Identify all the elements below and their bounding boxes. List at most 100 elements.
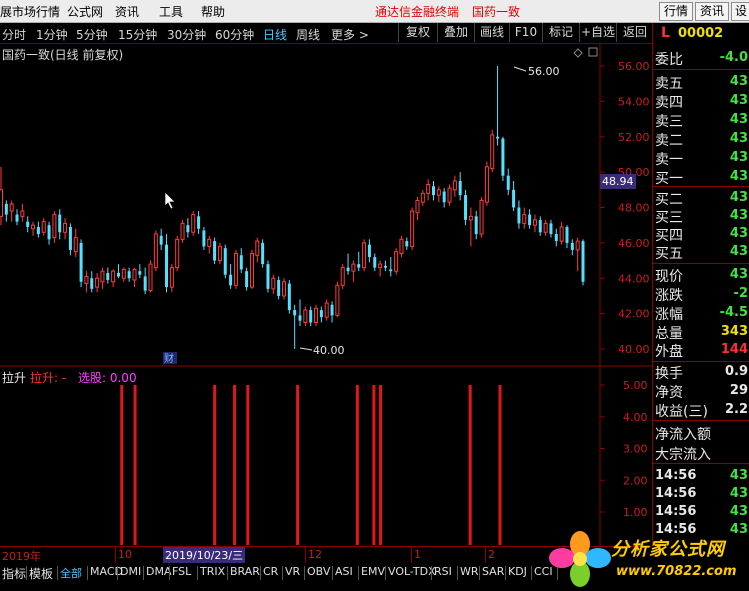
indicator-tab-模板[interactable]: 模板	[29, 565, 53, 582]
quote-row-label: 卖五	[655, 76, 683, 92]
back-button[interactable]: 返回	[616, 23, 653, 42]
price-tick-label: 42.00	[618, 308, 650, 321]
candle-body	[31, 224, 36, 230]
candle-body	[73, 237, 78, 253]
indicator-tab-cr[interactable]: CR	[263, 565, 278, 578]
menu-formula-net[interactable]: 公式网	[67, 3, 103, 20]
indicator-tab-fsl[interactable]: FSL	[172, 565, 191, 578]
tab-separator	[479, 566, 480, 580]
period-5min[interactable]: 5分钟	[76, 26, 108, 43]
quote-divider	[653, 69, 749, 70]
indicator-tab-trix[interactable]: TRIX	[200, 565, 225, 578]
quote-row-label: 大宗流入	[655, 447, 711, 463]
candle-body	[319, 310, 323, 318]
menu-tools[interactable]: 工具	[159, 3, 183, 20]
candle-body	[420, 192, 425, 203]
add-watchlist-button[interactable]: +自选	[579, 23, 616, 42]
period-intraday[interactable]: 分时	[2, 26, 26, 43]
indicator-tab-rsi[interactable]: RSI	[434, 565, 452, 578]
menu-news[interactable]: 资讯	[115, 3, 139, 20]
tick-price: 43	[729, 468, 748, 483]
candle-body	[554, 234, 558, 242]
indicator-tab-dmi[interactable]: DMI	[120, 565, 141, 578]
candle-body	[340, 267, 345, 286]
candle-body	[0, 189, 3, 217]
indicator-tab-全部[interactable]: 全部	[60, 565, 82, 581]
indicator-tab-asi[interactable]: ASI	[335, 565, 353, 578]
quote-button[interactable]: 行情	[659, 2, 693, 21]
stock-code: 00002	[678, 26, 724, 41]
signal-bar	[498, 385, 502, 545]
period-15min[interactable]: 15分钟	[118, 26, 157, 43]
overlay-button[interactable]: 叠加	[437, 23, 474, 42]
menu-market[interactable]: 展市场行情	[0, 3, 60, 20]
f10-button[interactable]: F10	[509, 23, 542, 42]
adjust-button[interactable]: 复权	[398, 23, 437, 42]
candle-body	[575, 240, 580, 251]
candle-body	[165, 244, 169, 288]
period-60min[interactable]: 60分钟	[215, 26, 254, 43]
tick-price: 43	[729, 486, 748, 501]
news-button[interactable]: 资讯	[695, 2, 729, 21]
candle-body	[581, 241, 585, 282]
candle-body	[543, 222, 548, 233]
tick-time: 14:56	[655, 468, 697, 483]
quote-row-label: 委比	[655, 52, 683, 68]
price-tick-label: 48.00	[618, 202, 650, 215]
quote-row-value: 144	[720, 342, 748, 357]
indicator-tab-指标[interactable]: 指标	[2, 565, 26, 582]
candle-body	[95, 277, 100, 288]
candle-body	[426, 184, 431, 194]
menu-help[interactable]: 帮助	[201, 3, 225, 20]
signal-bar	[372, 385, 376, 545]
chart-area[interactable]: 56.0054.0052.0050.0048.0046.0044.0042.00…	[0, 44, 652, 546]
quote-divider	[653, 263, 749, 264]
candle-body	[452, 180, 457, 191]
price-tick-label: 56.00	[618, 60, 650, 73]
draw-line-button[interactable]: 画线	[474, 23, 509, 42]
quote-row-label: 卖一	[655, 152, 683, 168]
indicator-tab-kdj[interactable]: KDJ	[508, 565, 527, 578]
candle-body	[202, 230, 206, 247]
candle-body	[52, 214, 57, 239]
settings-button[interactable]: 设	[731, 2, 749, 21]
candle-body	[522, 214, 527, 224]
indicator-tab-sar[interactable]: SAR	[482, 565, 504, 578]
mark-button[interactable]: 标记	[542, 23, 579, 42]
candle-body	[175, 238, 180, 269]
watermark: 分析家公式网 www.70822.com	[548, 528, 749, 591]
quote-row-label: 卖三	[655, 114, 683, 130]
period-30min[interactable]: 30分钟	[167, 26, 206, 43]
period-more[interactable]: 更多 >	[331, 26, 369, 43]
candle-body	[570, 242, 574, 250]
indicator-tick-label: 3.00	[623, 443, 648, 456]
indicator-tab-emv[interactable]: EMV	[361, 565, 385, 578]
indicator-tab-vr[interactable]: VR	[285, 565, 300, 578]
candle-body	[261, 242, 265, 265]
candle-body	[79, 242, 83, 282]
signal-bar	[133, 385, 137, 545]
date-label-jan: 1	[414, 548, 421, 561]
indicator-tab-wr[interactable]: WR	[460, 565, 479, 578]
indicator-tab-brar[interactable]: BRAR	[230, 565, 260, 578]
candle-body	[100, 270, 105, 283]
quote-divider	[653, 186, 749, 187]
period-1min[interactable]: 1分钟	[36, 26, 68, 43]
candle-body	[255, 240, 260, 256]
candle-body	[367, 244, 371, 258]
indicator-tab-macd[interactable]: MACD	[90, 565, 123, 578]
indicator-tab-dma[interactable]: DMA	[146, 565, 172, 578]
period-toolbar: 分时 1分钟 5分钟 15分钟 30分钟 60分钟 日线 周线 更多 > 复权 …	[0, 23, 652, 44]
candle-body	[287, 283, 291, 311]
candle-body	[47, 225, 51, 240]
indicator-tick-label: 2.00	[623, 474, 648, 487]
candle-body	[549, 223, 553, 235]
indicator-tab-obv[interactable]: OBV	[307, 565, 330, 578]
indicator-tab-vol-tdx[interactable]: VOL-TDX	[388, 565, 436, 578]
price-tick-label: 54.00	[618, 95, 650, 108]
candle-body	[496, 136, 500, 139]
low-pointer	[299, 347, 313, 351]
candle-body	[293, 310, 297, 316]
period-weekly[interactable]: 周线	[296, 26, 320, 43]
period-daily[interactable]: 日线	[263, 26, 287, 43]
